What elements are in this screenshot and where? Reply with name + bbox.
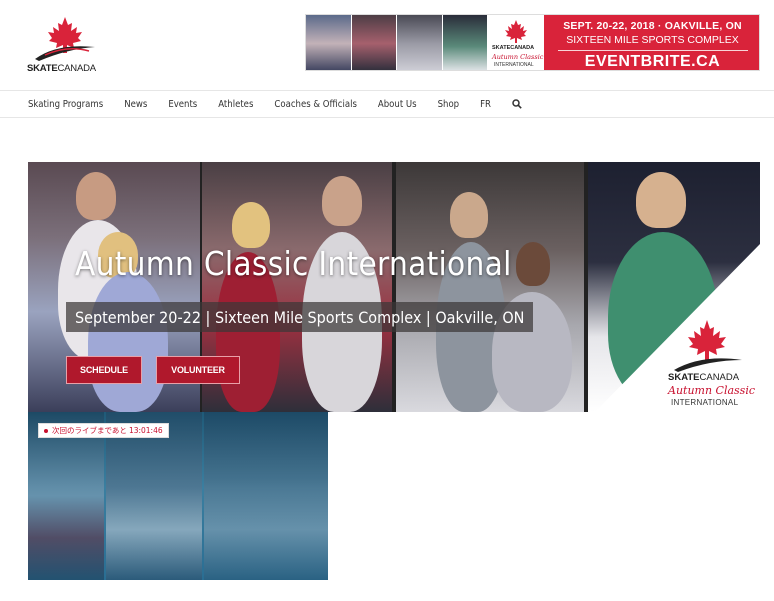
banner-brand: SKATECANADA xyxy=(492,45,535,51)
live-countdown-badge: 次回のライブまであと 13:01:46 xyxy=(38,423,169,438)
event-ad-banner[interactable]: SKATECANADA Autumn Classic INTERNATIONAL… xyxy=(305,14,760,71)
maple-leaf-icon xyxy=(35,17,95,61)
main-nav: Skating Programs News Events Athletes Co… xyxy=(28,91,522,117)
banner-photo-2 xyxy=(351,15,397,70)
banner-event-logo: SKATECANADA Autumn Classic INTERNATIONAL xyxy=(488,15,544,70)
banner-date-location: SEPT. 20-22, 2018 · OAKVILLE, ON xyxy=(563,20,742,32)
nav-item-coaches-officials[interactable]: Coaches & Officials xyxy=(274,99,357,110)
nav-item-skating-programs[interactable]: Skating Programs xyxy=(28,99,103,110)
nav-item-about-us[interactable]: About Us xyxy=(378,99,417,110)
search-icon[interactable] xyxy=(512,99,522,109)
logo-wordmark: SKATECANADA xyxy=(27,63,96,74)
banner-photo-strip xyxy=(306,15,488,70)
live-countdown-timer: 13:01:46 xyxy=(128,426,163,435)
nav-item-fr[interactable]: FR xyxy=(480,99,491,110)
banner-subtitle: INTERNATIONAL xyxy=(494,62,534,68)
banner-eventbrite-link[interactable]: EVENTBRITE.CA xyxy=(544,53,759,70)
nav-item-shop[interactable]: Shop xyxy=(438,99,460,110)
hero-title: Autumn Classic International xyxy=(75,244,512,283)
nav-bottom-divider xyxy=(0,117,774,118)
schedule-button[interactable]: SCHEDULE xyxy=(66,356,142,384)
banner-script-title: Autumn Classic xyxy=(492,53,544,61)
skate-canada-logo[interactable]: SKATECANADA xyxy=(27,15,105,74)
live-dot-icon xyxy=(44,428,48,433)
banner-photo-3 xyxy=(397,15,443,70)
hero-brand-wordmark: SKATECANADA xyxy=(668,372,740,383)
nav-item-events[interactable]: Events xyxy=(168,99,197,110)
volunteer-button[interactable]: VOLUNTEER xyxy=(156,356,240,384)
maple-leaf-icon xyxy=(674,320,742,372)
nav-item-news[interactable]: News xyxy=(124,99,147,110)
banner-photo-4 xyxy=(442,15,488,70)
banner-venue: SIXTEEN MILE SPORTS COMPLEX xyxy=(566,34,739,46)
maple-leaf-icon xyxy=(505,20,527,43)
hero-banner: Autumn Classic International September 2… xyxy=(28,162,760,412)
banner-divider xyxy=(557,50,748,51)
banner-info-panel: SEPT. 20-22, 2018 · OAKVILLE, ON SIXTEEN… xyxy=(544,15,759,70)
nav-item-athletes[interactable]: Athletes xyxy=(218,99,253,110)
hero-subtitle: September 20-22 | Sixteen Mile Sports Co… xyxy=(66,302,534,332)
hero-script-title: Autumn Classic xyxy=(668,384,756,397)
hero-international-label: INTERNATIONAL xyxy=(671,398,739,407)
live-countdown-label: 次回のライブまであと xyxy=(52,426,127,435)
banner-photo-1 xyxy=(306,15,352,70)
video-photo-3 xyxy=(204,412,328,580)
